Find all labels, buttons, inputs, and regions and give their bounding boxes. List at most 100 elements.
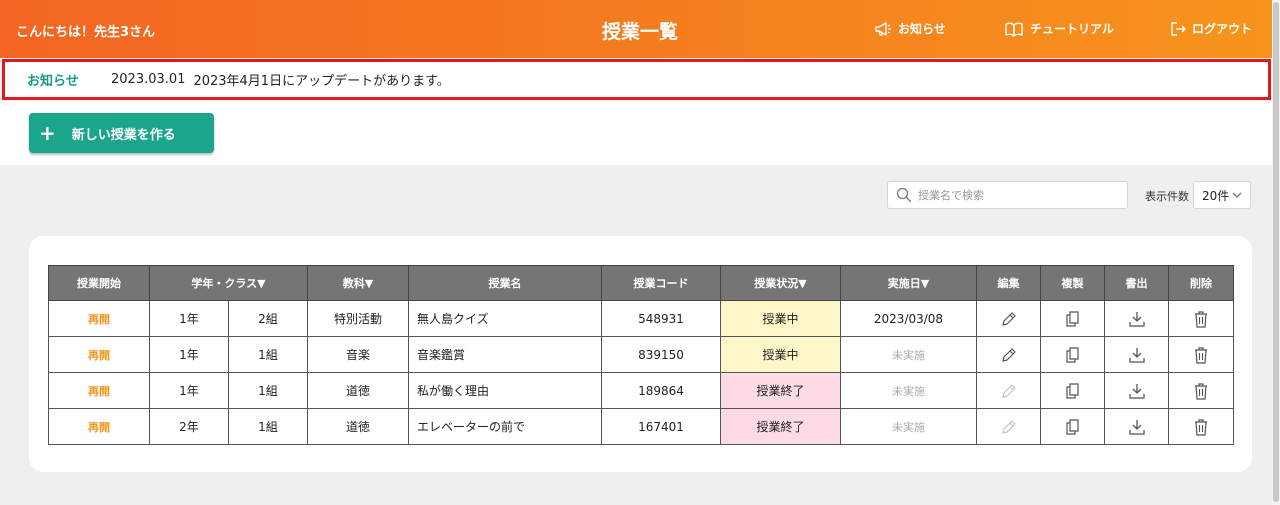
- copy-icon[interactable]: [1064, 310, 1082, 328]
- date-cell: 未実施: [840, 408, 977, 445]
- pencil-icon: [1001, 419, 1016, 434]
- subject-cell: 特別活動: [307, 300, 409, 337]
- date-value: 未実施: [892, 384, 925, 398]
- copy-icon[interactable]: [1064, 382, 1082, 400]
- class-cell: 2組: [228, 300, 308, 337]
- class-cell: 1組: [228, 336, 308, 373]
- nav-logout-label: ログアウト: [1192, 22, 1253, 36]
- edit-cell: [976, 408, 1041, 445]
- code-cell: 839150: [601, 336, 721, 373]
- trash-icon[interactable]: [1193, 418, 1209, 436]
- pencil-icon: [1001, 383, 1016, 398]
- lesson-name-cell: 無人島クイズ: [408, 300, 602, 337]
- subject-cell: 道徳: [307, 408, 409, 445]
- subject-cell: 音楽: [307, 336, 409, 373]
- date-cell: 未実施: [840, 336, 977, 373]
- display-count-select[interactable]: 20件: [1193, 181, 1251, 209]
- search-input[interactable]: [918, 188, 1118, 202]
- start-cell: 再開: [48, 300, 150, 337]
- grade-cell: 1年: [149, 300, 229, 337]
- chevron-down-icon: [1232, 192, 1242, 198]
- trash-icon[interactable]: [1193, 382, 1209, 400]
- status-cell: 授業中: [720, 300, 841, 337]
- start-cell: 再開: [48, 372, 150, 409]
- edit-cell[interactable]: [976, 336, 1041, 373]
- notice-text[interactable]: 2023年4月1日にアップデートがあります。: [193, 70, 449, 89]
- copy-cell[interactable]: [1040, 372, 1105, 409]
- display-count-value: 20件: [1202, 188, 1230, 203]
- notice-date: 2023.03.01: [111, 72, 186, 87]
- date-value: 未実施: [892, 348, 925, 362]
- date-value: 未実施: [892, 420, 925, 434]
- table-row: 再開 1年 2組 特別活動 無人島クイズ 548931 授業中 2023/03/08: [48, 300, 1234, 337]
- header-subject[interactable]: 教科▼: [307, 265, 409, 301]
- export-cell[interactable]: [1104, 300, 1169, 337]
- date-value: 2023/03/08: [873, 311, 944, 326]
- delete-cell[interactable]: [1168, 336, 1234, 373]
- export-cell[interactable]: [1104, 336, 1169, 373]
- notice-bar: お知らせ 2023.03.01 2023年4月1日にアップデートがあります。: [2, 59, 1271, 100]
- resume-link[interactable]: 再開: [88, 421, 110, 434]
- create-lesson-button[interactable]: + 新しい授業を作る: [29, 113, 214, 153]
- code-cell: 167401: [601, 408, 721, 445]
- class-cell: 1組: [228, 372, 308, 409]
- trash-icon[interactable]: [1193, 310, 1209, 328]
- resume-link[interactable]: 再開: [88, 313, 110, 326]
- nav-logout-link[interactable]: ログアウト: [1170, 20, 1252, 37]
- resume-link[interactable]: 再開: [88, 349, 110, 362]
- start-cell: 再開: [48, 336, 150, 373]
- table-row: 再開 1年 1組 音楽 音楽鑑賞 839150 授業中 未実施: [48, 336, 1234, 373]
- status-cell: 授業中: [720, 336, 841, 373]
- copy-cell[interactable]: [1040, 336, 1105, 373]
- nav-tutorial-link[interactable]: チュートリアル: [1004, 20, 1114, 37]
- lesson-name-cell: エレベーターの前で: [408, 408, 602, 445]
- delete-cell[interactable]: [1168, 372, 1234, 409]
- scrollbar-thumb[interactable]: [1273, 2, 1279, 502]
- pencil-icon[interactable]: [1000, 346, 1018, 364]
- subject-cell: 道徳: [307, 372, 409, 409]
- create-lesson-label: 新しい授業を作る: [71, 127, 176, 143]
- nav-tutorial-label: チュートリアル: [1030, 22, 1114, 36]
- copy-cell[interactable]: [1040, 408, 1105, 445]
- header-start: 授業開始: [48, 265, 150, 301]
- download-icon[interactable]: [1128, 346, 1146, 364]
- resume-link[interactable]: 再開: [88, 385, 110, 398]
- export-cell[interactable]: [1104, 408, 1169, 445]
- plus-icon: +: [39, 121, 56, 145]
- nav-notice-label: お知らせ: [898, 22, 946, 36]
- lesson-table: 授業開始 学年・クラス▼ 教科▼ 授業名 授業コード 授業状況▼ 実施日▼ 編集…: [48, 265, 1234, 445]
- header-edit: 編集: [976, 265, 1041, 301]
- status-cell: 授業終了: [720, 408, 841, 445]
- nav-notice-link[interactable]: お知らせ: [874, 20, 946, 37]
- display-count-label: 表示件数: [1145, 190, 1189, 203]
- search-box: [887, 181, 1128, 209]
- table-header-row: 授業開始 学年・クラス▼ 教科▼ 授業名 授業コード 授業状況▼ 実施日▼ 編集…: [48, 265, 1234, 301]
- header-date[interactable]: 実施日▼: [840, 265, 977, 301]
- export-cell[interactable]: [1104, 372, 1169, 409]
- edit-cell[interactable]: [976, 300, 1041, 337]
- grade-cell: 1年: [149, 372, 229, 409]
- copy-cell[interactable]: [1040, 300, 1105, 337]
- header-status[interactable]: 授業状況▼: [720, 265, 841, 301]
- status-cell: 授業終了: [720, 372, 841, 409]
- copy-icon[interactable]: [1064, 418, 1082, 436]
- class-cell: 1組: [228, 408, 308, 445]
- app-header: こんにちは！先生3さん 授業一覧 お知らせ チュートリアル ログアウト: [0, 0, 1280, 58]
- header-export: 書出: [1104, 265, 1169, 301]
- date-cell: 2023/03/08: [840, 300, 977, 337]
- lesson-name-cell: 私が働く理由: [408, 372, 602, 409]
- pencil-icon[interactable]: [1000, 310, 1018, 328]
- trash-icon[interactable]: [1193, 346, 1209, 364]
- code-cell: 189864: [601, 372, 721, 409]
- download-icon[interactable]: [1128, 382, 1146, 400]
- search-icon: [896, 187, 912, 203]
- header-copy: 複製: [1040, 265, 1105, 301]
- delete-cell[interactable]: [1168, 408, 1234, 445]
- grade-cell: 1年: [149, 336, 229, 373]
- download-icon[interactable]: [1128, 310, 1146, 328]
- header-grade-class[interactable]: 学年・クラス▼: [149, 265, 308, 301]
- notice-label: お知らせ: [27, 74, 79, 89]
- delete-cell[interactable]: [1168, 300, 1234, 337]
- copy-icon[interactable]: [1064, 346, 1082, 364]
- download-icon[interactable]: [1128, 418, 1146, 436]
